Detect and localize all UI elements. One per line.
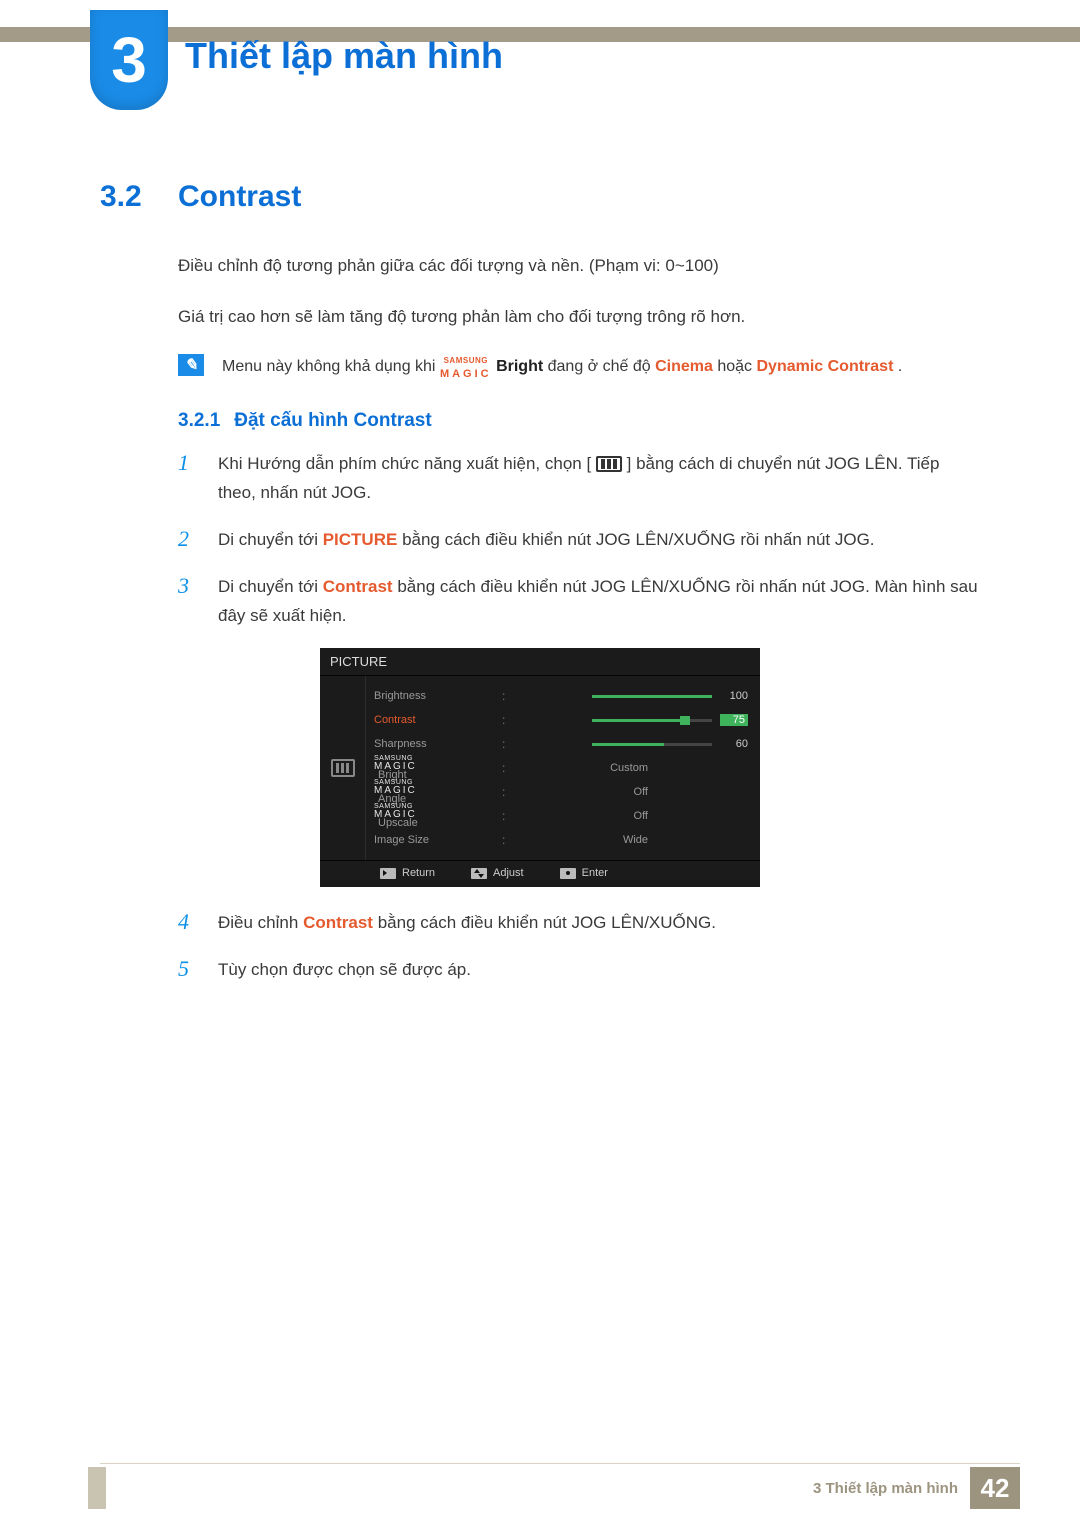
step-text-part: bằng cách điều khiển nút JOG LÊN/XUỐNG r… [402, 530, 874, 549]
osd-label: Image Size [374, 834, 494, 846]
intro-paragraph-2: Giá trị cao hơn sẽ làm tăng độ tương phả… [178, 303, 980, 330]
osd-value: 100 [720, 690, 748, 702]
step-number: 1 [178, 450, 196, 476]
step-keyword: Contrast [323, 577, 393, 596]
adjust-key-icon [471, 868, 487, 879]
picture-icon [331, 759, 355, 777]
step-5: 5 Tùy chọn được chọn sẽ được áp. [178, 956, 980, 985]
chapter-number-badge: 3 [90, 10, 168, 110]
subsection-number: 3.2.1 [178, 410, 220, 432]
step-text-part: Di chuyển tới [218, 577, 323, 596]
step-number: 2 [178, 526, 196, 552]
osd-value: 75 [720, 714, 748, 726]
step-keyword: Contrast [303, 913, 373, 932]
step-text-part: Điều chỉnh [218, 913, 303, 932]
osd-row-brightness: Brightness : 100 [374, 684, 748, 708]
slider [592, 743, 712, 746]
subsection-title: Đặt cấu hình Contrast [234, 410, 431, 432]
osd-row-magic-angle: SAMSUNG MAGICAngle : Off [374, 780, 748, 804]
section-title: Contrast [178, 180, 301, 214]
osd-value: 60 [720, 738, 748, 750]
enter-key-icon [560, 868, 576, 879]
return-key-icon [380, 868, 396, 879]
magic-top: SAMSUNG [444, 358, 488, 364]
section-number: 3.2 [100, 180, 156, 214]
note-text-part: hoặc [717, 358, 756, 375]
step-number: 4 [178, 909, 196, 935]
step-text: Khi Hướng dẫn phím chức năng xuất hiện, … [218, 450, 980, 508]
subsection-heading: 3.2.1 Đặt cấu hình Contrast [178, 410, 980, 432]
osd-row-sharpness: Sharpness : 60 [374, 732, 748, 756]
osd-sidebar [320, 676, 366, 860]
osd-row-contrast: Contrast : 75 [374, 708, 748, 732]
note-dynamic: Dynamic Contrast [756, 358, 893, 375]
intro-paragraph-1: Điều chỉnh độ tương phản giữa các đối tư… [178, 252, 980, 279]
slider [592, 719, 712, 722]
osd-value: Custom [610, 762, 648, 774]
step-number: 5 [178, 956, 196, 982]
page-number: 42 [970, 1467, 1020, 1509]
note-icon: ✎ [178, 354, 204, 376]
step-3: 3 Di chuyển tới Contrast bằng cách điều … [178, 573, 980, 631]
osd-footer: Return Adjust Enter [320, 860, 760, 887]
osd-row-image-size: Image Size : Wide [374, 828, 748, 852]
note-text: Menu này không khả dụng khi SAMSUNG MAGI… [222, 354, 902, 380]
osd-title: PICTURE [320, 648, 760, 676]
step-keyword: PICTURE [323, 530, 398, 549]
note-bright: Bright [496, 358, 543, 375]
step-text-part: Khi Hướng dẫn phím chức năng xuất hiện, … [218, 454, 591, 473]
menu-icon [596, 456, 622, 472]
osd-row-magic-upscale: SAMSUNG MAGICUpscale : Off [374, 804, 748, 828]
step-number: 3 [178, 573, 196, 599]
osd-label: Contrast [374, 714, 494, 726]
step-text: Điều chỉnh Contrast bằng cách điều khiển… [218, 909, 716, 938]
note-cinema: Cinema [655, 358, 713, 375]
slider [592, 695, 712, 698]
page-footer: 3 Thiết lập màn hình 42 [0, 1467, 1080, 1509]
osd-footer-label: Adjust [493, 867, 524, 879]
note-text-part: đang ở chế độ [548, 358, 655, 375]
osd-label: SAMSUNG MAGICUpscale [374, 804, 494, 829]
osd-row-magic-bright: SAMSUNG MAGICBright : Custom [374, 756, 748, 780]
osd-value: Off [634, 786, 648, 798]
osd-label: SAMSUNG MAGICBright [374, 756, 494, 781]
step-text-part: bằng cách điều khiển nút JOG LÊN/XUỐNG. [378, 913, 716, 932]
note-text-part: Menu này không khả dụng khi [222, 358, 440, 375]
osd-label: Brightness [374, 690, 494, 702]
step-text: Di chuyển tới Contrast bằng cách điều kh… [218, 573, 980, 631]
magic-bottom: MAGIC [440, 368, 492, 380]
step-text: Di chuyển tới PICTURE bằng cách điều khi… [218, 526, 875, 555]
step-4: 4 Điều chỉnh Contrast bằng cách điều khi… [178, 909, 980, 938]
footer-divider [100, 1463, 1020, 1464]
osd-footer-label: Return [402, 867, 435, 879]
osd-value: Wide [623, 834, 648, 846]
chapter-title: Thiết lập màn hình [185, 35, 503, 77]
step-2: 2 Di chuyển tới PICTURE bằng cách điều k… [178, 526, 980, 555]
section-heading: 3.2 Contrast [100, 180, 980, 214]
note-callout: ✎ Menu này không khả dụng khi SAMSUNG MA… [178, 354, 980, 380]
osd-screenshot: PICTURE Brightness : 100 Contra [320, 648, 760, 887]
step-text: Tùy chọn được chọn sẽ được áp. [218, 956, 471, 985]
osd-label: Sharpness [374, 738, 494, 750]
osd-label: SAMSUNG MAGICAngle [374, 780, 494, 805]
step-1: 1 Khi Hướng dẫn phím chức năng xuất hiện… [178, 450, 980, 508]
footer-chapter-text: 3 Thiết lập màn hình [813, 1480, 958, 1497]
step-text-part: Di chuyển tới [218, 530, 323, 549]
osd-value: Off [634, 810, 648, 822]
note-text-part: . [898, 358, 902, 375]
osd-footer-label: Enter [582, 867, 608, 879]
